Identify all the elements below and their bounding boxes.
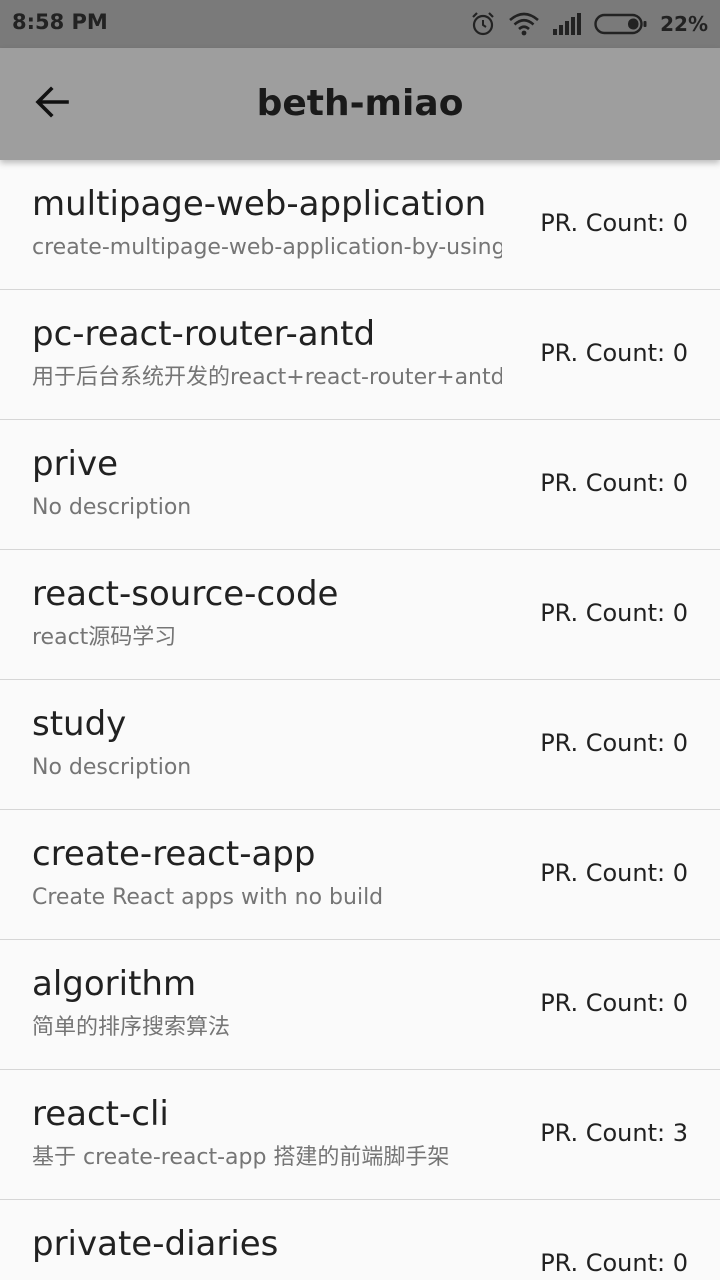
list-item[interactable]: algorithm 简单的排序搜索算法 PR. Count: 0 (0, 940, 720, 1070)
list-item[interactable]: react-source-code react源码学习 PR. Count: 0 (0, 550, 720, 680)
status-icons: 22% (470, 8, 708, 40)
app-bar: beth-miao (0, 48, 720, 160)
pr-count: PR. Count: 0 (540, 209, 688, 237)
pr-count: PR. Count: 0 (540, 469, 688, 497)
repo-name: private-diaries (32, 1224, 279, 1264)
pr-count: PR. Count: 0 (540, 599, 688, 627)
repo-name: react-source-code (32, 574, 339, 614)
wifi-icon (508, 11, 540, 37)
pr-count: PR. Count: 0 (540, 339, 688, 367)
repo-name: pc-react-router-antd (32, 314, 376, 354)
signal-icon (552, 12, 582, 36)
pr-count: PR. Count: 3 (540, 1119, 688, 1147)
battery-percent: 22% (660, 12, 708, 36)
pr-count: PR. Count: 0 (540, 1249, 688, 1277)
repo-description: react源码学习 (32, 625, 177, 650)
list-item[interactable]: private-diaries PR. Count: 0 (0, 1200, 720, 1280)
page-title: beth-miao (256, 83, 464, 124)
repo-description: 简单的排序搜索算法 (32, 1015, 231, 1040)
list-item[interactable]: create-react-app Create React apps with … (0, 810, 720, 940)
repo-name: study (32, 704, 127, 744)
repo-name: multipage-web-application (32, 184, 487, 224)
repo-description: 用于后台系统开发的react+react-router+antd (32, 365, 502, 390)
repo-description: No description (32, 755, 192, 780)
list-item[interactable]: multipage-web-application create-multipa… (0, 160, 720, 290)
pr-count: PR. Count: 0 (540, 729, 688, 757)
repo-name: react-cli (32, 1094, 169, 1134)
alarm-icon (470, 11, 496, 37)
repo-name: algorithm (32, 964, 197, 1004)
repo-list[interactable]: multipage-web-application create-multipa… (0, 160, 720, 1280)
status-time: 8:58 PM (12, 10, 108, 34)
battery-icon (594, 12, 648, 36)
pr-count: PR. Count: 0 (540, 989, 688, 1017)
list-item[interactable]: pc-react-router-antd 用于后台系统开发的react+reac… (0, 290, 720, 420)
repo-description: Create React apps with no build (32, 885, 384, 910)
repo-description: 基于 create-react-app 搭建的前端脚手架 (32, 1145, 450, 1170)
list-item[interactable]: study No description PR. Count: 0 (0, 680, 720, 810)
status-bar: 8:58 PM 22% (0, 0, 720, 48)
repo-name: prive (32, 444, 119, 484)
repo-name: create-react-app (32, 834, 316, 874)
list-item[interactable]: react-cli 基于 create-react-app 搭建的前端脚手架 P… (0, 1070, 720, 1200)
repo-description: create-multipage-web-application-by-usin… (32, 235, 502, 260)
repo-description: No description (32, 495, 192, 520)
pr-count: PR. Count: 0 (540, 859, 688, 887)
list-item[interactable]: prive No description PR. Count: 0 (0, 420, 720, 550)
